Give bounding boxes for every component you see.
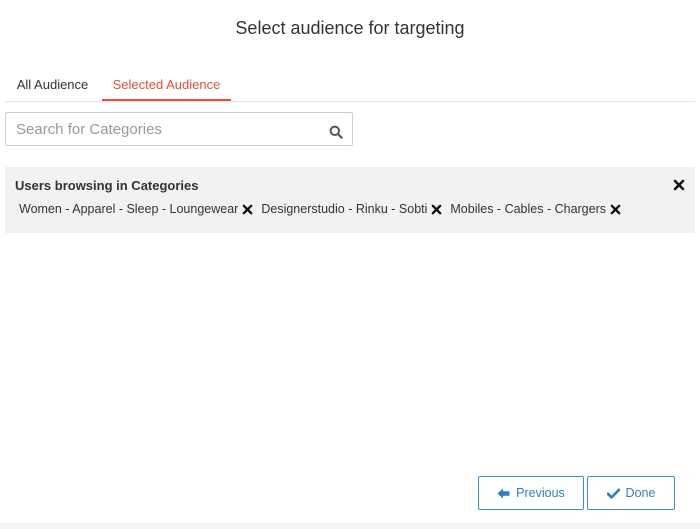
close-icon[interactable] — [673, 179, 685, 191]
dialog-footer-edge — [0, 523, 700, 529]
check-icon — [606, 488, 620, 499]
category-chip-list: Women - Apparel - Sleep - Loungewear Des… — [19, 202, 629, 216]
remove-chip-icon[interactable] — [242, 204, 253, 215]
dialog-title: Select audience for targeting — [235, 18, 465, 38]
search-icon[interactable] — [329, 125, 343, 139]
chip-label: Mobiles - Cables - Chargers — [450, 202, 606, 216]
previous-button-label: Previous — [516, 486, 565, 500]
arrow-left-icon — [497, 488, 510, 498]
done-button[interactable]: Done — [587, 476, 675, 510]
search-box — [5, 112, 353, 146]
search-input[interactable] — [6, 113, 316, 145]
remove-chip-icon[interactable] — [431, 204, 442, 215]
category-chip: Women - Apparel - Sleep - Loungewear — [19, 202, 253, 216]
tab-all-audience[interactable]: All Audience — [5, 72, 100, 99]
remove-chip-icon[interactable] — [610, 204, 621, 215]
selected-categories-panel: Users browsing in Categories Women - App… — [5, 167, 695, 233]
chip-label: Women - Apparel - Sleep - Loungewear — [19, 202, 239, 216]
previous-button[interactable]: Previous — [478, 476, 584, 510]
tab-selected-audience[interactable]: Selected Audience — [102, 72, 231, 101]
tab-bar: All Audience Selected Audience — [5, 72, 695, 102]
panel-title: Users browsing in Categories — [15, 178, 199, 193]
category-chip: Mobiles - Cables - Chargers — [450, 202, 621, 216]
category-chip: Designerstudio - Rinku - Sobti — [261, 202, 442, 216]
done-button-label: Done — [625, 486, 656, 500]
chip-label: Designerstudio - Rinku - Sobti — [261, 202, 428, 216]
